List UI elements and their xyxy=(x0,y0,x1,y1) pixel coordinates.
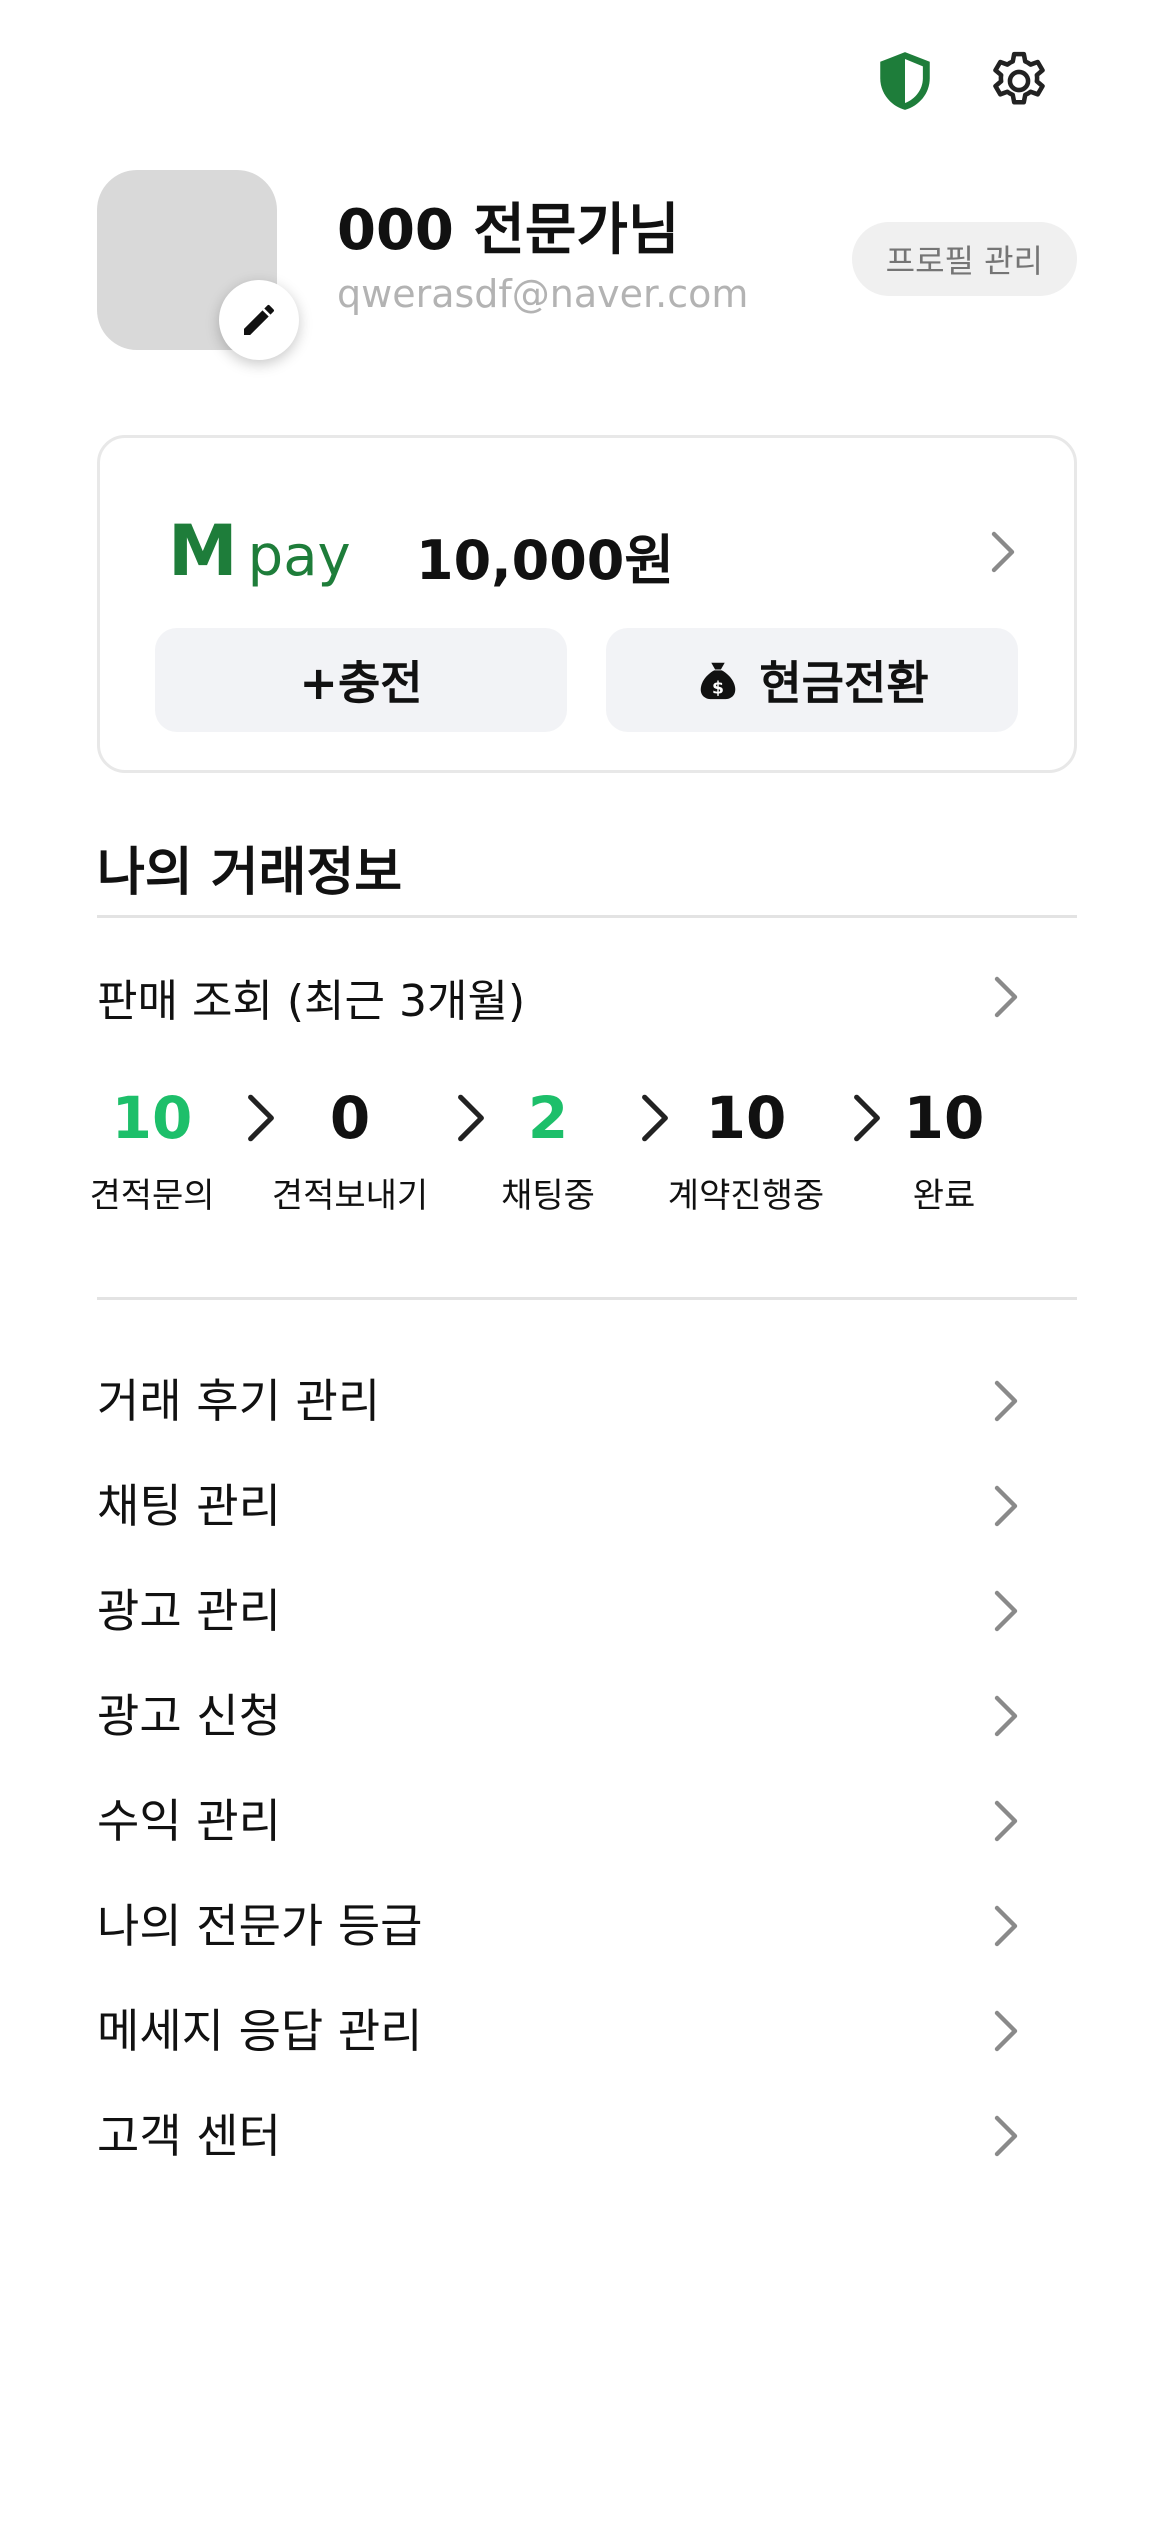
stat-value: 2 xyxy=(527,1084,569,1152)
divider xyxy=(97,1297,1077,1300)
menu-item-expert-grade[interactable]: 나의 전문가 등급 xyxy=(97,1870,1077,1975)
mpay-balance[interactable]: 10,000원 xyxy=(416,516,674,595)
chevron-right-icon xyxy=(993,1799,1019,1847)
menu-item-review-manage[interactable]: 거래 후기 관리 xyxy=(97,1345,1077,1450)
mpay-logo-m: M xyxy=(168,510,238,592)
stat-label: 견적보내기 xyxy=(271,1176,429,1216)
pencil-icon xyxy=(244,305,274,335)
divider xyxy=(97,915,1077,918)
stat-value: 10 xyxy=(903,1084,985,1152)
menu-item-label: 메세지 응답 관리 xyxy=(97,2003,423,2058)
menu-item-ad-manage[interactable]: 광고 관리 xyxy=(97,1555,1077,1660)
mpay-logo-pay: pay xyxy=(247,524,351,589)
stat-quote-inquiry[interactable]: 10 견적문의 xyxy=(52,1078,252,1217)
mpay-logo: M pay xyxy=(168,510,351,592)
trade-section-title: 나의 거래정보 xyxy=(97,843,403,903)
sales-lookup-row[interactable]: 판매 조회 (최근 3개월) xyxy=(97,965,1077,1035)
profile-manage-button[interactable]: 프로필 관리 xyxy=(851,222,1077,296)
money-bag-icon: $ xyxy=(701,662,736,700)
menu-item-label: 수익 관리 xyxy=(97,1793,281,1848)
charge-label: +충전 xyxy=(299,656,423,710)
chevron-right-icon xyxy=(993,1694,1019,1742)
mypage-screen: 000 전문가님 qwerasdf@naver.com 프로필 관리 M pay… xyxy=(0,0,1170,2532)
stat-value: 10 xyxy=(705,1084,787,1152)
stat-value: 10 xyxy=(111,1084,193,1152)
gear-icon[interactable] xyxy=(983,45,1055,117)
menu-item-ad-apply[interactable]: 광고 신청 xyxy=(97,1660,1077,1765)
chevron-right-icon xyxy=(993,1904,1019,1952)
menu-item-message-response[interactable]: 메세지 응답 관리 xyxy=(97,1975,1077,2080)
stat-quote-send[interactable]: 0 견적보내기 xyxy=(250,1078,450,1217)
chevron-right-icon xyxy=(993,2009,1019,2057)
sales-lookup-label: 판매 조회 (최근 3개월) xyxy=(97,976,526,1027)
chevron-right-icon xyxy=(993,1379,1019,1427)
menu-item-label: 광고 신청 xyxy=(97,1688,281,1743)
stat-complete[interactable]: 10 완료 xyxy=(844,1078,1044,1217)
chevron-right-icon xyxy=(993,975,1019,1023)
stat-contract-progress[interactable]: 10 계약진행중 xyxy=(646,1078,846,1217)
trade-stats: 10 견적문의 0 견적보내기 2 채팅중 10 계약진행중 10 완료 xyxy=(89,1078,1030,1258)
cash-convert-button[interactable]: $ 현금전환 xyxy=(606,628,1018,732)
menu-item-label: 고객 센터 xyxy=(97,2108,281,2163)
menu-item-customer-center[interactable]: 고객 센터 xyxy=(97,2080,1077,2185)
stat-label: 계약진행중 xyxy=(667,1176,825,1216)
chevron-right-icon xyxy=(993,2114,1019,2162)
menu-list: 거래 후기 관리 채팅 관리 광고 관리 광고 신청 수익 관리 나의 전문가 … xyxy=(97,1345,1077,2185)
profile-name: 000 전문가님 xyxy=(337,198,680,263)
stat-label: 완료 xyxy=(912,1176,976,1216)
menu-item-label: 광고 관리 xyxy=(97,1583,281,1638)
profile-email: qwerasdf@naver.com xyxy=(337,272,749,316)
menu-item-label: 나의 전문가 등급 xyxy=(97,1898,423,1953)
top-icon-bar xyxy=(869,45,1055,117)
menu-item-label: 채팅 관리 xyxy=(97,1478,281,1533)
stat-label: 채팅중 xyxy=(501,1176,595,1216)
mpay-card: M pay 10,000원 +충전 $ 현금전환 xyxy=(97,435,1077,773)
menu-item-chat-manage[interactable]: 채팅 관리 xyxy=(97,1450,1077,1555)
chevron-right-icon[interactable] xyxy=(990,530,1016,578)
charge-button[interactable]: +충전 xyxy=(155,628,567,732)
stat-chatting[interactable]: 2 채팅중 xyxy=(448,1078,648,1217)
menu-item-revenue-manage[interactable]: 수익 관리 xyxy=(97,1765,1077,1870)
chevron-right-icon xyxy=(993,1484,1019,1532)
menu-item-label: 거래 후기 관리 xyxy=(97,1373,381,1428)
svg-text:$: $ xyxy=(712,678,724,698)
shield-icon[interactable] xyxy=(869,45,941,117)
chevron-right-icon xyxy=(993,1589,1019,1637)
stat-value: 0 xyxy=(329,1084,371,1152)
edit-avatar-button[interactable] xyxy=(219,280,299,360)
cash-convert-label: 현금전환 xyxy=(759,656,929,710)
profile-section: 000 전문가님 qwerasdf@naver.com 프로필 관리 xyxy=(97,170,1077,360)
stat-label: 견적문의 xyxy=(89,1176,215,1216)
